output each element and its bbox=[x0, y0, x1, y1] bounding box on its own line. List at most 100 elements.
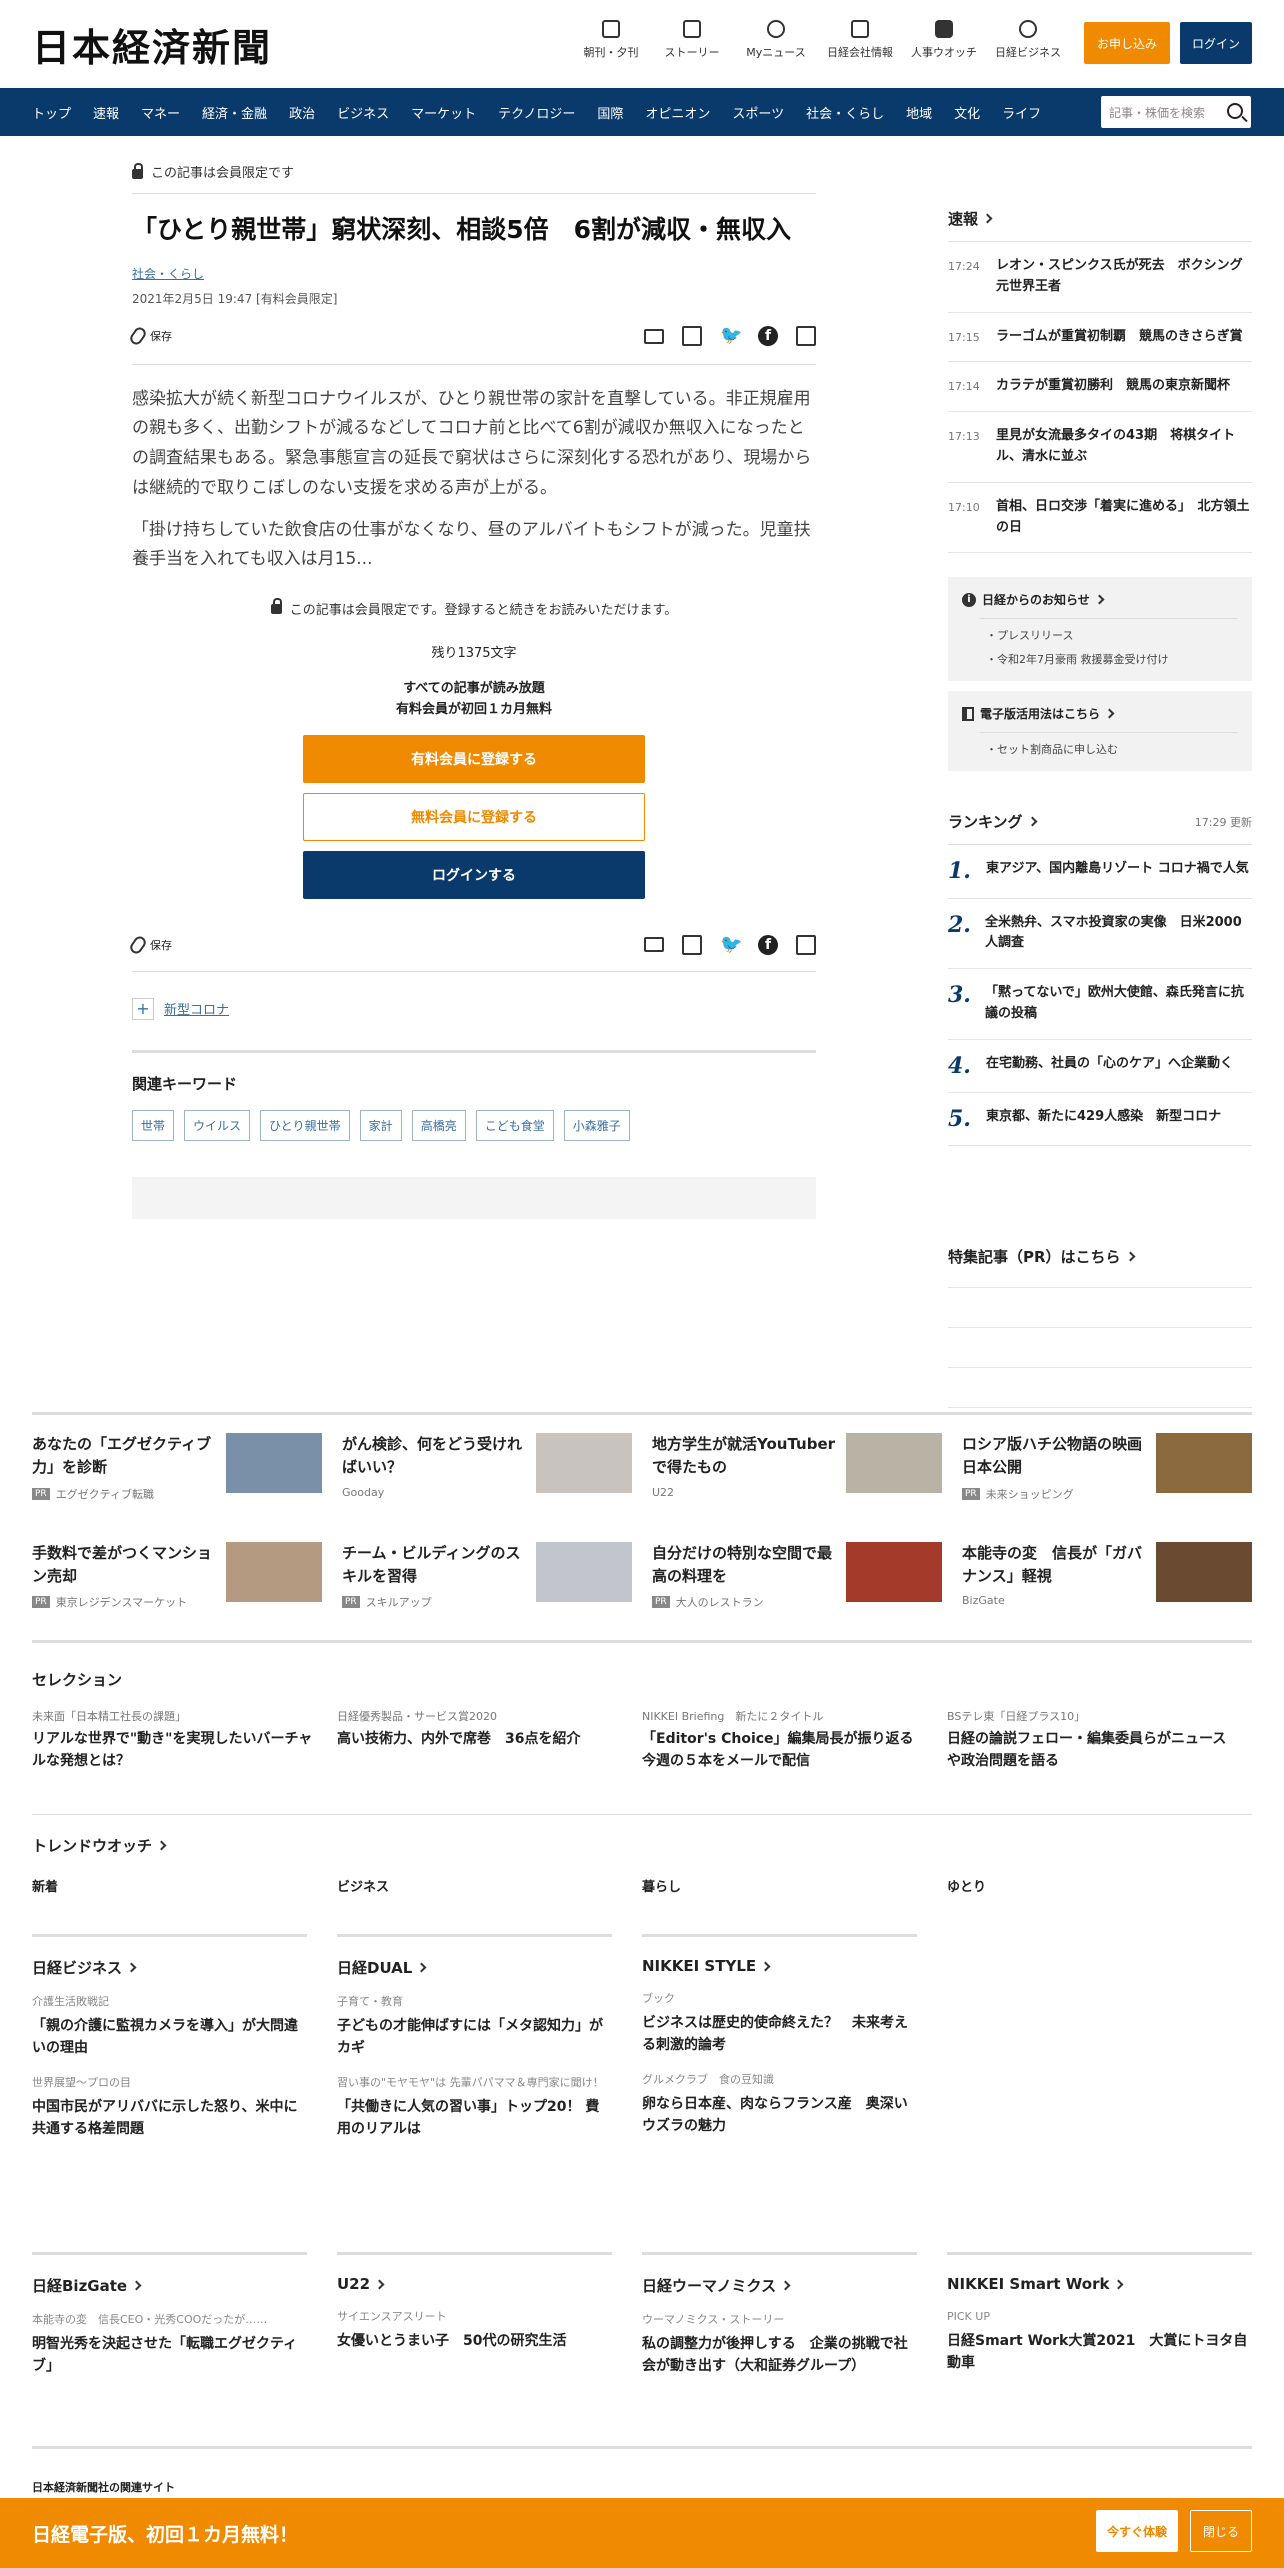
register-free-button[interactable]: 無料会員に登録する bbox=[303, 792, 645, 841]
media-title[interactable]: U22 bbox=[337, 2275, 612, 2293]
plus-icon[interactable]: + bbox=[132, 997, 154, 1020]
edigital-item[interactable]: ・セット割商品に申し込む bbox=[962, 741, 1238, 757]
selection-item[interactable]: BSテレ東「日経プラス10」 日経の論説フェロー・編集委員らがニュースや政治問題を… bbox=[947, 1708, 1252, 1773]
pr-articles-title[interactable]: 特集記事（PR）はこちら bbox=[948, 1246, 1252, 1289]
tab-leisure[interactable]: ゆとり bbox=[947, 1876, 1252, 1895]
article-login-button[interactable]: ログインする bbox=[303, 850, 645, 899]
nav-item-opinion[interactable]: オピニオン bbox=[645, 103, 710, 122]
keyword-tag[interactable]: 世帯 bbox=[132, 1109, 175, 1141]
media-title[interactable]: NIKKEI Smart Work bbox=[947, 2275, 1252, 2293]
media-title[interactable]: 日経ビジネス bbox=[32, 1957, 307, 1978]
keyword-tag[interactable]: 小森雅子 bbox=[563, 1109, 630, 1141]
keyword-tag[interactable]: こども食堂 bbox=[475, 1109, 554, 1141]
promo-card[interactable]: ロシア版ハチ公物語の映画日本公開 PR 未来ショッピング bbox=[962, 1433, 1252, 1502]
header-link-business[interactable]: 日経ビジネス bbox=[986, 20, 1070, 60]
notice-title[interactable]: i 日経からのお知らせ bbox=[962, 591, 1238, 608]
keyword-tag[interactable]: ウイルス bbox=[184, 1109, 251, 1141]
tab-living[interactable]: 暮らし bbox=[642, 1876, 947, 1895]
nav-item-economy[interactable]: 経済・金融 bbox=[202, 103, 267, 122]
tab-new[interactable]: 新着 bbox=[32, 1876, 337, 1895]
subscribe-button[interactable]: お申し込み bbox=[1084, 22, 1170, 64]
promo-card[interactable]: 本能寺の変 信長が「ガバナンス」軽視 BizGate bbox=[962, 1541, 1252, 1611]
register-paid-button[interactable]: 有料会員に登録する bbox=[303, 734, 645, 783]
media-article-title[interactable]: ビジネスは歴史的使命終えた？ 未来考える刺激的論考 bbox=[642, 2012, 917, 2057]
try-now-button[interactable]: 今すぐ体験 bbox=[1096, 2510, 1178, 2552]
twitter-icon[interactable]: 🐦 bbox=[720, 326, 742, 346]
facebook-icon[interactable]: f bbox=[758, 326, 778, 346]
selection-item[interactable]: 未来面「日本精工社長の課題」 リアルな世界で"動き"を実現したいバーチャルな発想と… bbox=[32, 1708, 337, 1773]
trend-watch-title[interactable]: トレンドウオッチ bbox=[32, 1835, 1252, 1856]
header-link-jinji[interactable]: 人事ウオッチ bbox=[902, 20, 986, 60]
promo-card[interactable]: チーム・ビルディングのスキルを習得 PR スキルアップ bbox=[342, 1541, 652, 1611]
login-button[interactable]: ログイン bbox=[1180, 22, 1252, 64]
search-icon[interactable] bbox=[1227, 103, 1243, 119]
nav-item-society[interactable]: 社会・くらし bbox=[806, 103, 884, 122]
header-link-mynews[interactable]: Myニュース bbox=[734, 20, 818, 60]
nav-item-money[interactable]: マネー bbox=[141, 103, 180, 122]
media-article-title[interactable]: 卵なら日本産、肉ならフランス産 奥深いウズラの魅力 bbox=[642, 2093, 917, 2138]
share-icon[interactable] bbox=[796, 326, 816, 346]
promo-card[interactable]: 自分だけの特別な空間で最高の料理を PR 大人のレストラン bbox=[652, 1541, 962, 1611]
media-article-title[interactable]: 明智光秀を決起させた「転職エグゼクティブ」 bbox=[32, 2333, 307, 2378]
mail-icon[interactable] bbox=[644, 937, 664, 953]
promo-card[interactable]: がん検診、何をどう受ければいい？ Gooday bbox=[342, 1433, 652, 1502]
flash-item[interactable]: 17:24 レオン・スピンクス氏が死去 ボクシング元世界王者 bbox=[948, 242, 1252, 313]
nav-item-tech[interactable]: テクノロジー bbox=[498, 103, 575, 122]
media-title[interactable]: 日経ウーマノミクス bbox=[642, 2275, 917, 2296]
nav-item-top[interactable]: トップ bbox=[32, 103, 71, 122]
tab-business[interactable]: ビジネス bbox=[337, 1876, 642, 1895]
save-button[interactable]: 保存 bbox=[127, 325, 172, 347]
nav-item-business[interactable]: ビジネス bbox=[337, 103, 389, 122]
ranking-item[interactable]: 5. 東京都、新たに429人感染 新型コロナ bbox=[948, 1093, 1252, 1147]
ranking-item[interactable]: 4. 在宅勤務、社員の「心のケア」へ企業動く bbox=[948, 1040, 1252, 1093]
media-article-title[interactable]: 中国市民がアリババに示した怒り、米中に共通する格差問題 bbox=[32, 2096, 307, 2141]
media-article-title[interactable]: 子どもの才能伸ばすには「メタ認知力」がカギ bbox=[337, 2015, 612, 2060]
nav-item-politics[interactable]: 政治 bbox=[289, 103, 315, 122]
flash-item[interactable]: 17:14 カラテが重賞初勝利 競馬の東京新聞杯 bbox=[948, 362, 1252, 413]
save-button[interactable]: 保存 bbox=[127, 933, 172, 956]
selection-item[interactable]: 日経優秀製品・サービス賞2020 高い技術力、内外で席巻 36点を紹介 bbox=[337, 1708, 642, 1773]
nav-item-sports[interactable]: スポーツ bbox=[732, 103, 784, 122]
topic-link[interactable]: 新型コロナ bbox=[164, 999, 229, 1018]
header-link-paper[interactable]: 朝刊・夕刊 bbox=[572, 20, 650, 60]
media-title[interactable]: 日経BizGate bbox=[32, 2275, 307, 2296]
media-article-title[interactable]: 女優いとうまい子 50代の研究生活 bbox=[337, 2330, 612, 2352]
edigital-title[interactable]: 電子版活用法はこちら bbox=[962, 705, 1238, 722]
nav-item-culture[interactable]: 文化 bbox=[954, 103, 980, 122]
site-logo[interactable]: 日本経済新聞 bbox=[32, 17, 272, 72]
search-input[interactable]: 記事・株価を検索 bbox=[1101, 96, 1251, 128]
bookmark-icon[interactable] bbox=[682, 326, 702, 346]
keyword-tag[interactable]: 家計 bbox=[359, 1109, 402, 1141]
notice-item[interactable]: ・プレスリリース bbox=[962, 627, 1238, 643]
media-title[interactable]: NIKKEI STYLE bbox=[642, 1957, 917, 1975]
ranking-item[interactable]: 2. 全米熱弁、スマホ投資家の実像 日米2000人調査 bbox=[948, 899, 1252, 970]
header-link-story[interactable]: ストーリー bbox=[650, 20, 734, 60]
media-article-title[interactable]: 日経Smart Work大賞2021 大賞にトヨタ自動車 bbox=[947, 2330, 1252, 2375]
bookmark-icon[interactable] bbox=[682, 934, 702, 955]
nav-item-market[interactable]: マーケット bbox=[411, 103, 476, 122]
promo-card[interactable]: あなたの「エグゼクティブ力」を診断 PR エグゼクティブ転職 bbox=[32, 1433, 342, 1502]
flash-item[interactable]: 17:13 里見が女流最多タイの43期 将棋タイトル、清水に並ぶ bbox=[948, 412, 1252, 483]
nav-item-world[interactable]: 国際 bbox=[597, 103, 623, 122]
promo-card[interactable]: 地方学生が就活YouTuberで得たもの U22 bbox=[652, 1433, 962, 1502]
share-icon[interactable] bbox=[796, 934, 816, 955]
nav-item-region[interactable]: 地域 bbox=[906, 103, 932, 122]
mail-icon[interactable] bbox=[644, 328, 664, 344]
nav-item-life[interactable]: ライフ bbox=[1002, 103, 1041, 122]
flash-news-title[interactable]: 速報 bbox=[948, 208, 1252, 229]
keyword-tag[interactable]: ひとり親世帯 bbox=[260, 1109, 350, 1141]
media-article-title[interactable]: 私の調整力が後押しする 企業の挑戦で社会が動き出す（大和証券グループ） bbox=[642, 2333, 917, 2378]
twitter-icon[interactable]: 🐦 bbox=[720, 934, 742, 955]
facebook-icon[interactable]: f bbox=[758, 934, 778, 955]
header-link-company[interactable]: 日経会社情報 bbox=[818, 20, 902, 60]
ranking-title[interactable]: ランキング bbox=[948, 811, 1038, 832]
promo-card[interactable]: 手数料で差がつくマンション売却 PR 東京レジデンスマーケット bbox=[32, 1541, 342, 1611]
flash-item[interactable]: 17:15 ラーゴムが重賞初制覇 競馬のきさらぎ賞 bbox=[948, 313, 1252, 363]
close-banner-button[interactable]: 閉じる bbox=[1190, 2510, 1252, 2552]
ranking-item[interactable]: 1. 東アジア、国内離島リゾート コロナ禍で人気 bbox=[948, 845, 1252, 899]
notice-item[interactable]: ・令和2年7月豪雨 救援募金受け付け bbox=[962, 651, 1238, 667]
flash-item[interactable]: 17:10 首相、日ロ交渉「着実に進める」 北方領土の日 bbox=[948, 483, 1252, 554]
selection-item[interactable]: NIKKEI Briefing 新たに２タイトル 「Editor's Choice… bbox=[642, 1708, 947, 1773]
ranking-item[interactable]: 3. 「黙ってないで」欧州大使館、森氏発言に抗議の投稿 bbox=[948, 969, 1252, 1040]
article-category-link[interactable]: 社会・くらし bbox=[132, 265, 816, 282]
